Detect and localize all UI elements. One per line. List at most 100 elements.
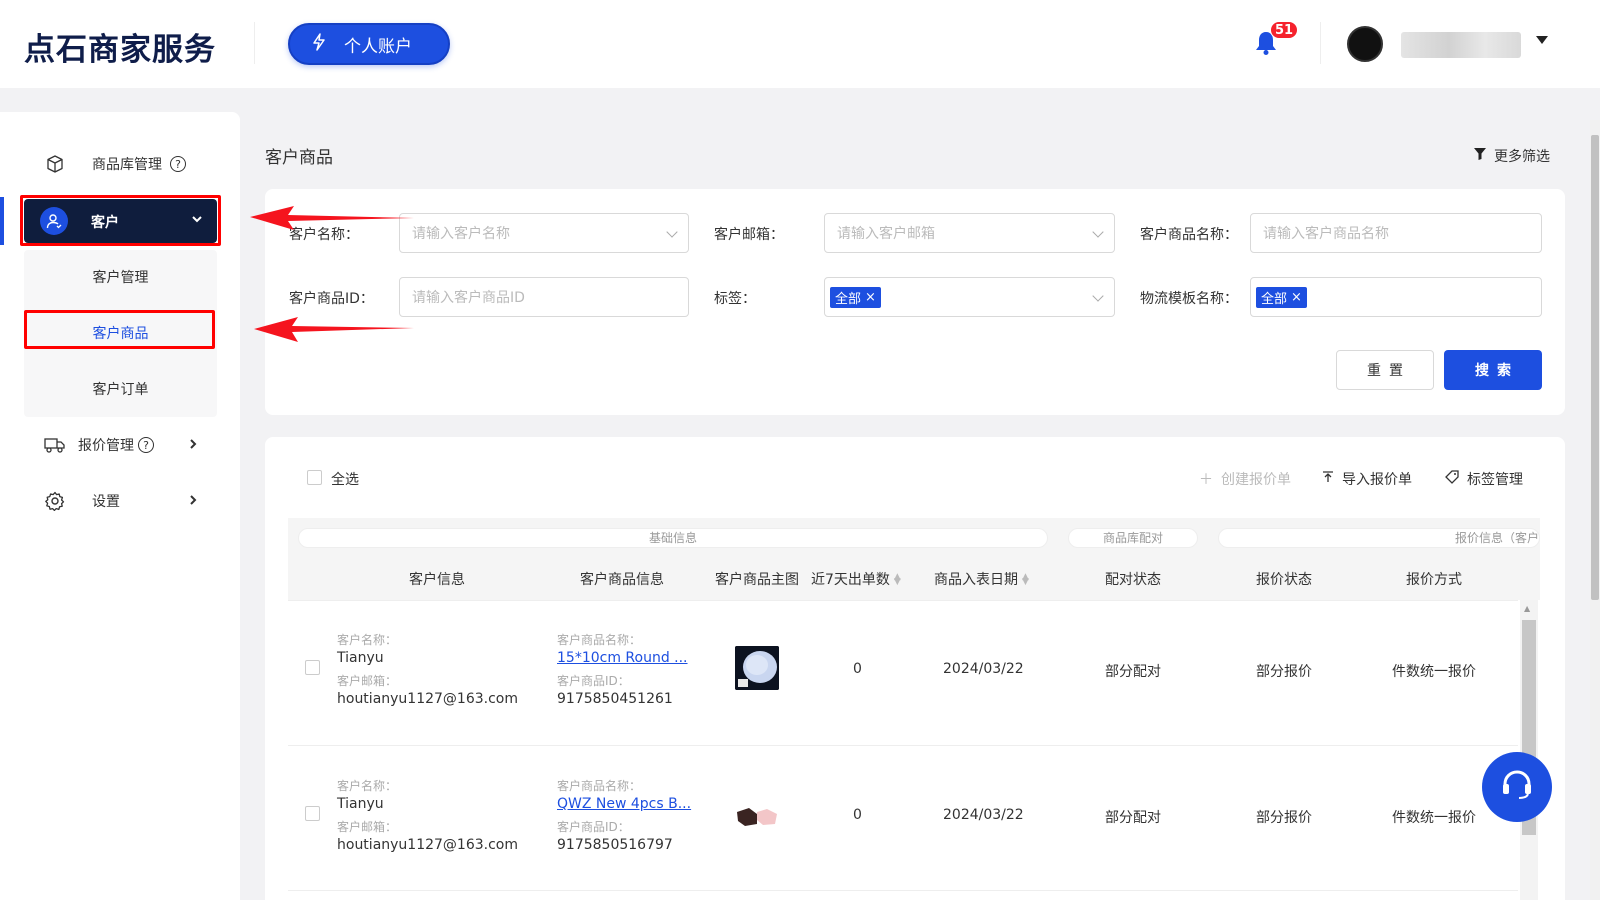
top-header: 点石商家服务 个人账户 51 xyxy=(0,0,1600,88)
table-panel xyxy=(265,437,1565,900)
row-checkbox[interactable] xyxy=(305,806,320,821)
personal-account-button[interactable]: 个人账户 xyxy=(288,23,450,65)
import-quote-label: 导入报价单 xyxy=(1342,472,1412,488)
brand-logo[interactable]: 点石商家服务 xyxy=(24,24,216,69)
logistics-chip-label: 全部 xyxy=(1261,291,1288,307)
customer-email: houtianyu1127@163.com xyxy=(337,837,519,853)
column-header-main-image: 客户商品主图 xyxy=(715,572,799,588)
filter-label-product-id: 客户商品ID： xyxy=(289,291,374,307)
sidebar-item-product-library[interactable]: 商品库管理 ? xyxy=(0,144,240,184)
caret-down-icon[interactable] xyxy=(1536,36,1548,44)
filter-icon xyxy=(1474,148,1486,164)
field-label: 客户邮箱： xyxy=(337,820,398,834)
gear-icon xyxy=(44,490,66,512)
customer-name: Tianyu xyxy=(337,650,384,666)
customer-name-placeholder: 请输入客户名称 xyxy=(412,226,510,242)
chevron-down-icon xyxy=(1092,226,1104,238)
headset-icon xyxy=(1498,766,1536,808)
tag-icon xyxy=(1445,470,1459,488)
field-label: 客户名称： xyxy=(337,779,398,793)
tag-chip-label: 全部 xyxy=(835,291,862,307)
avatar[interactable] xyxy=(1347,26,1383,62)
product-id: 9175850516797 xyxy=(557,837,673,853)
plus-icon: ＋ xyxy=(1199,472,1213,488)
filter-label-product-name: 客户商品名称： xyxy=(1140,227,1238,243)
column-header-product-info: 客户商品信息 xyxy=(580,572,664,588)
customer-support-button[interactable] xyxy=(1482,752,1552,822)
column-group-basic: 基础信息 xyxy=(298,528,1048,548)
product-name-link[interactable]: QWZ New 4pcs B... xyxy=(557,796,691,812)
column-header-quote-method: 报价方式 xyxy=(1406,572,1462,588)
scroll-up-icon[interactable]: ▲ xyxy=(1524,604,1530,613)
row-divider xyxy=(288,745,1518,746)
filter-label-tag: 标签： xyxy=(714,291,756,307)
search-button[interactable]: 搜索 xyxy=(1444,350,1542,390)
select-all-label: 全选 xyxy=(331,472,359,488)
logistics-template-select[interactable]: 全部 × xyxy=(1250,277,1542,317)
username-redacted[interactable] xyxy=(1401,32,1521,58)
product-id-input[interactable]: 请输入客户商品ID xyxy=(399,277,689,317)
sidebar-item-quote-management[interactable]: 报价管理 ? xyxy=(0,425,240,465)
quote-method: 件数统一报价 xyxy=(1392,810,1476,826)
sort-icon[interactable]: ▲ ▼ xyxy=(1022,573,1029,587)
reset-button[interactable]: 重置 xyxy=(1336,350,1434,390)
help-icon[interactable]: ? xyxy=(170,156,186,172)
sidebar-item-label: 设置 xyxy=(92,494,120,510)
lightning-icon xyxy=(312,33,326,55)
active-indicator xyxy=(0,197,4,245)
match-status: 部分配对 xyxy=(1105,810,1161,826)
submenu-customer-management[interactable]: 客户管理 xyxy=(24,267,217,287)
product-id: 9175850451261 xyxy=(557,691,673,707)
page-scrollbar-thumb[interactable] xyxy=(1591,135,1599,600)
highlight-box-customer xyxy=(20,195,221,246)
product-thumbnail[interactable] xyxy=(735,804,779,828)
column-header-date[interactable]: 商品入表日期 ▲ ▼ xyxy=(934,569,1029,589)
column-header-customer-info: 客户信息 xyxy=(409,572,465,588)
close-icon[interactable]: × xyxy=(1291,290,1302,305)
field-label: 客户商品名称： xyxy=(557,633,642,647)
close-icon[interactable]: × xyxy=(865,290,876,305)
header-divider xyxy=(254,22,255,64)
quote-method: 件数统一报价 xyxy=(1392,664,1476,680)
chevron-right-icon xyxy=(188,434,198,458)
personal-account-label: 个人账户 xyxy=(344,36,412,57)
product-name-link[interactable]: 15*10cm Round ... xyxy=(557,650,688,666)
customer-email-select[interactable]: 请输入客户邮箱 xyxy=(824,213,1115,253)
submenu-customer-orders[interactable]: 客户订单 xyxy=(24,379,217,399)
field-label: 客户商品ID： xyxy=(557,674,630,688)
customer-email-placeholder: 请输入客户邮箱 xyxy=(837,226,935,242)
sidebar-item-label: 报价管理 xyxy=(78,438,134,454)
import-quote-button[interactable]: 导入报价单 xyxy=(1322,469,1412,489)
logistics-chip-all[interactable]: 全部 × xyxy=(1256,286,1307,308)
match-status: 部分配对 xyxy=(1105,664,1161,680)
header-divider xyxy=(1320,22,1321,64)
tag-select[interactable]: 全部 × xyxy=(824,277,1115,317)
annotation-arrow-icon xyxy=(250,206,414,230)
help-icon[interactable]: ? xyxy=(138,437,154,453)
select-all-checkbox[interactable] xyxy=(307,470,322,485)
column-header-label: 近7天出单数 xyxy=(811,572,890,588)
highlight-box-customer-products xyxy=(24,310,215,349)
row-checkbox[interactable] xyxy=(305,660,320,675)
tag-chip-all[interactable]: 全部 × xyxy=(830,286,881,308)
column-header-orders-7d[interactable]: 近7天出单数 ▲ ▼ xyxy=(811,569,901,589)
chevron-right-icon xyxy=(188,490,198,514)
more-filter-button[interactable]: 更多筛选 xyxy=(1474,146,1550,166)
field-label: 客户商品名称： xyxy=(557,779,642,793)
sidebar-item-settings[interactable]: 设置 xyxy=(0,481,240,521)
upload-icon xyxy=(1322,471,1334,487)
product-name-input[interactable]: 请输入客户商品名称 xyxy=(1250,213,1542,253)
quote-status: 部分报价 xyxy=(1256,810,1312,826)
create-quote-button[interactable]: ＋ 创建报价单 xyxy=(1199,469,1291,489)
sort-icon[interactable]: ▲ ▼ xyxy=(894,573,901,587)
chevron-down-icon xyxy=(666,226,678,238)
column-header-match-status: 配对状态 xyxy=(1105,572,1161,588)
chevron-down-icon xyxy=(1092,290,1104,302)
create-quote-label: 创建报价单 xyxy=(1221,472,1291,488)
tag-manage-button[interactable]: 标签管理 xyxy=(1445,469,1523,489)
entry-date: 2024/03/22 xyxy=(943,661,1024,677)
field-label: 客户邮箱： xyxy=(337,674,398,688)
column-group-match: 商品库配对 xyxy=(1068,528,1198,548)
customer-name-select[interactable]: 请输入客户名称 xyxy=(399,213,689,253)
product-thumbnail[interactable] xyxy=(735,646,779,690)
